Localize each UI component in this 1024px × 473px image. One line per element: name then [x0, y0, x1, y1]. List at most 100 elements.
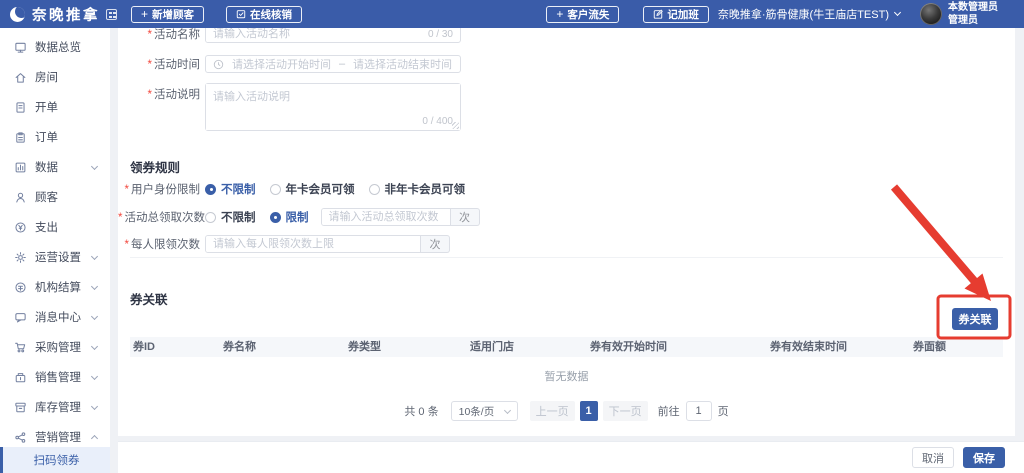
store-selector[interactable]: 奈晚推拿·筋骨健康(牛王庙店TEST) — [718, 6, 902, 22]
resize-grip-icon[interactable] — [452, 122, 459, 129]
user-info[interactable]: 本数管理员 管理员 — [948, 1, 998, 27]
sidebar-item[interactable]: 开单 — [0, 92, 110, 122]
avatar[interactable] — [920, 3, 942, 25]
coupon-section-title: 券关联 — [130, 293, 168, 307]
next-page-button[interactable]: 下一页 — [602, 401, 648, 421]
per-person-limit-input[interactable] — [206, 236, 420, 252]
customer-loss-button[interactable]: + 客户流失 — [546, 5, 620, 23]
sidebar: 数据总览房间开单订单数据顾客支出运营设置机构结算消息中心采购管理 销售管理库存管理… — [0, 28, 110, 473]
radio-label: 不限制 — [221, 212, 256, 224]
sidebar-item[interactable]: 库存管理 — [0, 392, 110, 422]
activity-name-input[interactable] — [206, 28, 428, 42]
chevron-down-icon — [90, 252, 99, 260]
sidebar-item[interactable]: 运营设置 — [0, 242, 110, 272]
table-header-cell: 券有效开始时间 — [590, 341, 667, 353]
coupon-link-button[interactable]: 券关联 — [952, 308, 998, 330]
clock-icon — [213, 59, 224, 70]
char-counter: 0 / 400 — [422, 116, 453, 127]
radio-unselected-icon — [368, 183, 380, 195]
chevron-up-icon — [90, 434, 99, 443]
sidebar-item[interactable]: 销售管理 — [0, 362, 110, 392]
sidebar-item-label: 房间 — [35, 72, 58, 84]
empty-state: 暂无数据 — [544, 371, 589, 383]
goto-page-input[interactable] — [685, 401, 712, 421]
current-page-button[interactable]: 1 — [579, 401, 598, 421]
sidebar-item-label: 库存管理 — [35, 402, 81, 414]
message-icon — [15, 312, 26, 322]
overtime-button[interactable]: 记加班 — [643, 5, 709, 23]
sidebar-item[interactable]: 数据总览 — [0, 32, 110, 62]
table-header-cell: 券有效结束时间 — [770, 341, 847, 353]
coupon-table-header: 券ID 券名称 券类型 适用门店 券有效开始时间 券有效结束时间 券面额 — [130, 337, 1003, 357]
brand-moon-icon — [10, 6, 25, 22]
radio-selected-icon — [269, 211, 281, 223]
save-button[interactable]: 保存 — [963, 447, 1005, 468]
table-header-cell: 券面额 — [913, 341, 946, 353]
radio-unselected-icon — [269, 183, 281, 195]
total-limit-radio-group: 不限制 限制 — [205, 209, 309, 225]
sidebar-item-label: 数据总览 — [35, 42, 81, 54]
radio-option[interactable]: 限制 — [269, 209, 309, 225]
table-header-cell: 券名称 — [223, 341, 256, 353]
sidebar-subitem-scan-coupon[interactable]: 扫码领券 — [0, 447, 110, 473]
table-header-cell: 券ID — [133, 341, 155, 353]
sidebar-item[interactable]: 数据 — [0, 152, 110, 182]
customer-icon — [16, 192, 25, 202]
radio-option[interactable]: 不限制 — [205, 181, 256, 197]
sidebar-item[interactable]: 机构结算 — [0, 272, 110, 302]
chevron-down-icon — [503, 406, 511, 414]
sidebar-item[interactable]: 房间 — [0, 62, 110, 92]
user-role: 管理员 — [948, 15, 978, 26]
sidebar-item-label: 运营设置 — [35, 252, 81, 264]
verify-box-icon — [236, 9, 246, 19]
cancel-button[interactable]: 取消 — [912, 447, 954, 468]
chevron-down-icon — [90, 162, 99, 170]
sidebar-item[interactable]: 订单 — [0, 122, 110, 152]
prev-page-button[interactable]: 上一页 — [529, 401, 575, 421]
radio-option[interactable]: 年卡会员可领 — [269, 181, 355, 197]
qr-code-icon[interactable] — [106, 8, 117, 20]
top-bar: 奈晚推拿 + 新增顾客 在线核销 + 客户流失 记加班 奈晚推拿·筋骨健康(牛王… — [0, 0, 1024, 28]
activity-time-label: * 活动时间 — [147, 59, 200, 71]
activity-name-label: * 活动名称 — [147, 29, 200, 41]
radio-selected-icon — [205, 183, 216, 195]
edit-icon — [653, 9, 664, 19]
room-icon — [15, 72, 26, 83]
page-size-select[interactable]: 10条/页 — [450, 401, 518, 421]
pagination: 共 0 条 10条/页 上一页 1 下一页 前往 页 — [118, 401, 1015, 421]
activity-time-range[interactable]: 请选择活动开始时间 – 请选择活动结束时间 — [205, 55, 461, 73]
dashboard-icon — [15, 42, 26, 53]
sidebar-item-label: 消息中心 — [35, 312, 81, 324]
new-customer-button[interactable]: + 新增顾客 — [131, 5, 205, 23]
sidebar-item-label: 顾客 — [35, 192, 58, 204]
sidebar-item[interactable]: 采购管理 — [0, 332, 110, 362]
goto-unit-label: 页 — [717, 406, 729, 418]
inventory-icon — [15, 402, 26, 412]
expense-icon — [15, 221, 26, 233]
sidebar-item[interactable]: 顾客 — [0, 182, 110, 212]
table-header-cell: 适用门店 — [470, 341, 514, 353]
activity-desc-field[interactable]: 0 / 400 — [205, 83, 461, 131]
chevron-down-icon — [90, 312, 99, 320]
total-limit-input[interactable] — [321, 209, 450, 225]
radio-label: 不限制 — [221, 184, 256, 196]
sidebar-item-label: 开单 — [35, 102, 58, 114]
sidebar-item[interactable]: 支出 — [0, 212, 110, 242]
chevron-down-icon — [90, 342, 99, 350]
section-divider — [130, 257, 1003, 258]
brand-title: 奈晚推拿 — [32, 7, 100, 24]
activity-name-field[interactable]: 0 / 30 — [205, 28, 461, 43]
goto-label: 前往 — [657, 406, 680, 418]
activity-form-panel: *活动名称 0 / 30 *活动时间 请选择活动开始时间 – 请选择活动结束时间… — [118, 28, 1015, 436]
radio-option[interactable]: 非年卡会员可领 — [368, 181, 465, 197]
sidebar-item-label: 订单 — [35, 132, 58, 144]
data-icon — [15, 162, 26, 172]
per-person-limit-field: 次 — [205, 235, 450, 253]
chevron-down-icon — [893, 8, 902, 17]
radio-option[interactable]: 不限制 — [205, 209, 256, 225]
top-bar-right: + 客户流失 记加班 奈晚推拿·筋骨健康(牛王庙店TEST) 本数管理员 管理员 — [546, 1, 998, 27]
sidebar-item[interactable]: 消息中心 — [0, 302, 110, 332]
chevron-down-icon — [90, 402, 99, 410]
order-icon — [16, 131, 25, 143]
online-verify-button[interactable]: 在线核销 — [226, 5, 303, 23]
